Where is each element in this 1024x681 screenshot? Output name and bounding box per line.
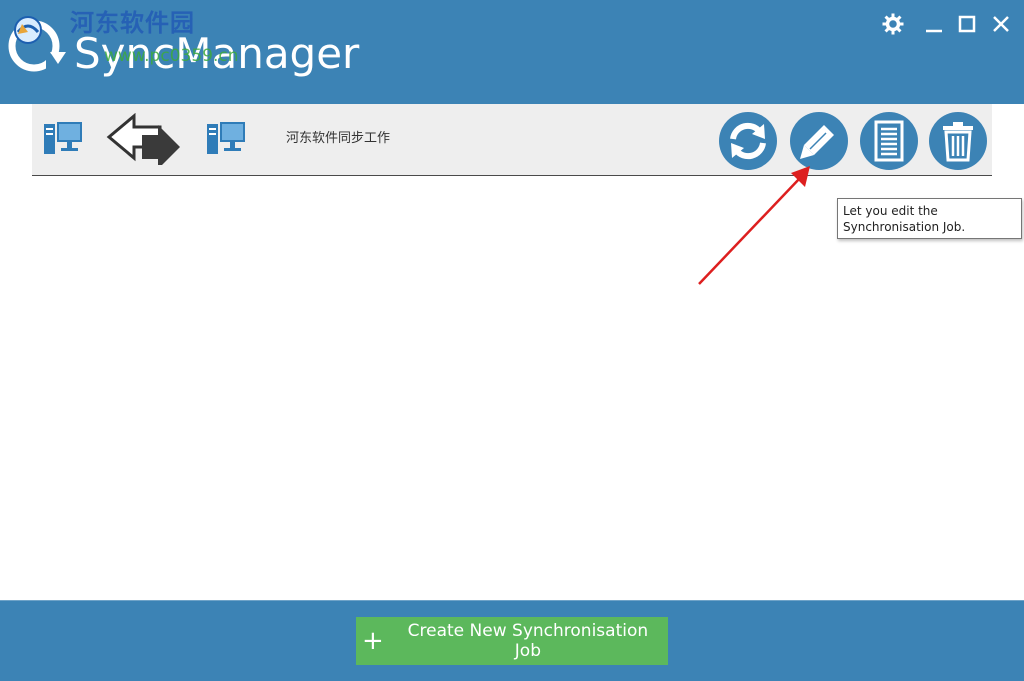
document-icon: [874, 120, 904, 162]
gear-icon[interactable]: [881, 12, 905, 36]
sync-job-row[interactable]: 河东软件同步工作: [32, 104, 992, 176]
edit-tooltip: Let you edit the Synchronisation Job.: [837, 198, 1022, 239]
plus-icon: +: [362, 626, 384, 656]
edit-button[interactable]: [790, 112, 848, 170]
trash-icon: [943, 122, 973, 162]
close-icon[interactable]: [989, 12, 1013, 36]
job-name: 河东软件同步工作: [286, 131, 391, 146]
maximize-icon[interactable]: [955, 12, 979, 36]
minimize-icon[interactable]: [922, 12, 946, 36]
details-button[interactable]: [860, 112, 918, 170]
footer-bar: + Create New Synchronisation Job: [0, 600, 1024, 681]
sync-button[interactable]: [719, 112, 777, 170]
create-job-button[interactable]: + Create New Synchronisation Job: [356, 617, 668, 665]
tooltip-line-1: Let you edit the: [843, 204, 938, 218]
source-computer-icon: [44, 122, 82, 154]
tooltip-line-2: Synchronisation Job.: [843, 220, 966, 234]
target-computer-icon: [207, 122, 245, 154]
pencil-icon: [800, 125, 834, 159]
sync-icon: [730, 122, 766, 160]
watermark-url: www.pc0359.cn: [104, 46, 239, 66]
app-logo-icon: [8, 16, 66, 72]
title-bar: 河东软件园 SyncManager www.pc0359.cn: [0, 0, 1024, 104]
create-job-label: Create New Synchronisation Job: [407, 621, 649, 661]
delete-button[interactable]: [929, 112, 987, 170]
bidirectional-arrow-icon: [106, 113, 180, 165]
